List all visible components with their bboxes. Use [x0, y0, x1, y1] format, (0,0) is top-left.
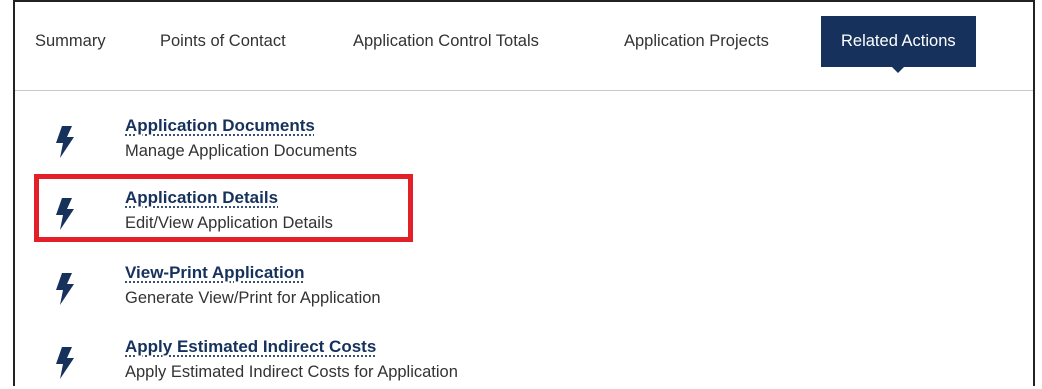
related-actions-panel: Summary Points of Contact Application Co… — [13, 0, 1035, 386]
tab-application-control-totals[interactable]: Application Control Totals — [353, 16, 539, 67]
action-link[interactable]: View-Print Application — [125, 263, 304, 283]
action-application-documents: Application Documents Manage Application… — [45, 116, 645, 168]
action-link[interactable]: Application Documents — [125, 116, 315, 136]
lightning-bolt-icon — [53, 347, 75, 379]
highlight-box — [34, 174, 413, 242]
lightning-bolt-icon — [53, 273, 75, 305]
tab-application-projects[interactable]: Application Projects — [624, 16, 769, 67]
lightning-bolt-icon — [53, 126, 75, 158]
tab-summary[interactable]: Summary — [35, 16, 106, 67]
action-description: Manage Application Documents — [125, 142, 358, 160]
tab-bar: Summary Points of Contact Application Co… — [15, 2, 1033, 91]
tab-points-of-contact[interactable]: Points of Contact — [160, 16, 286, 67]
action-apply-estimated-indirect-costs: Apply Estimated Indirect Costs Apply Est… — [45, 337, 645, 389]
action-view-print-application: View-Print Application Generate View/Pri… — [45, 263, 645, 315]
action-description: Apply Estimated Indirect Costs for Appli… — [125, 363, 458, 381]
action-link[interactable]: Apply Estimated Indirect Costs — [125, 337, 376, 357]
action-description: Generate View/Print for Application — [125, 289, 381, 307]
tab-related-actions[interactable]: Related Actions — [821, 16, 976, 73]
